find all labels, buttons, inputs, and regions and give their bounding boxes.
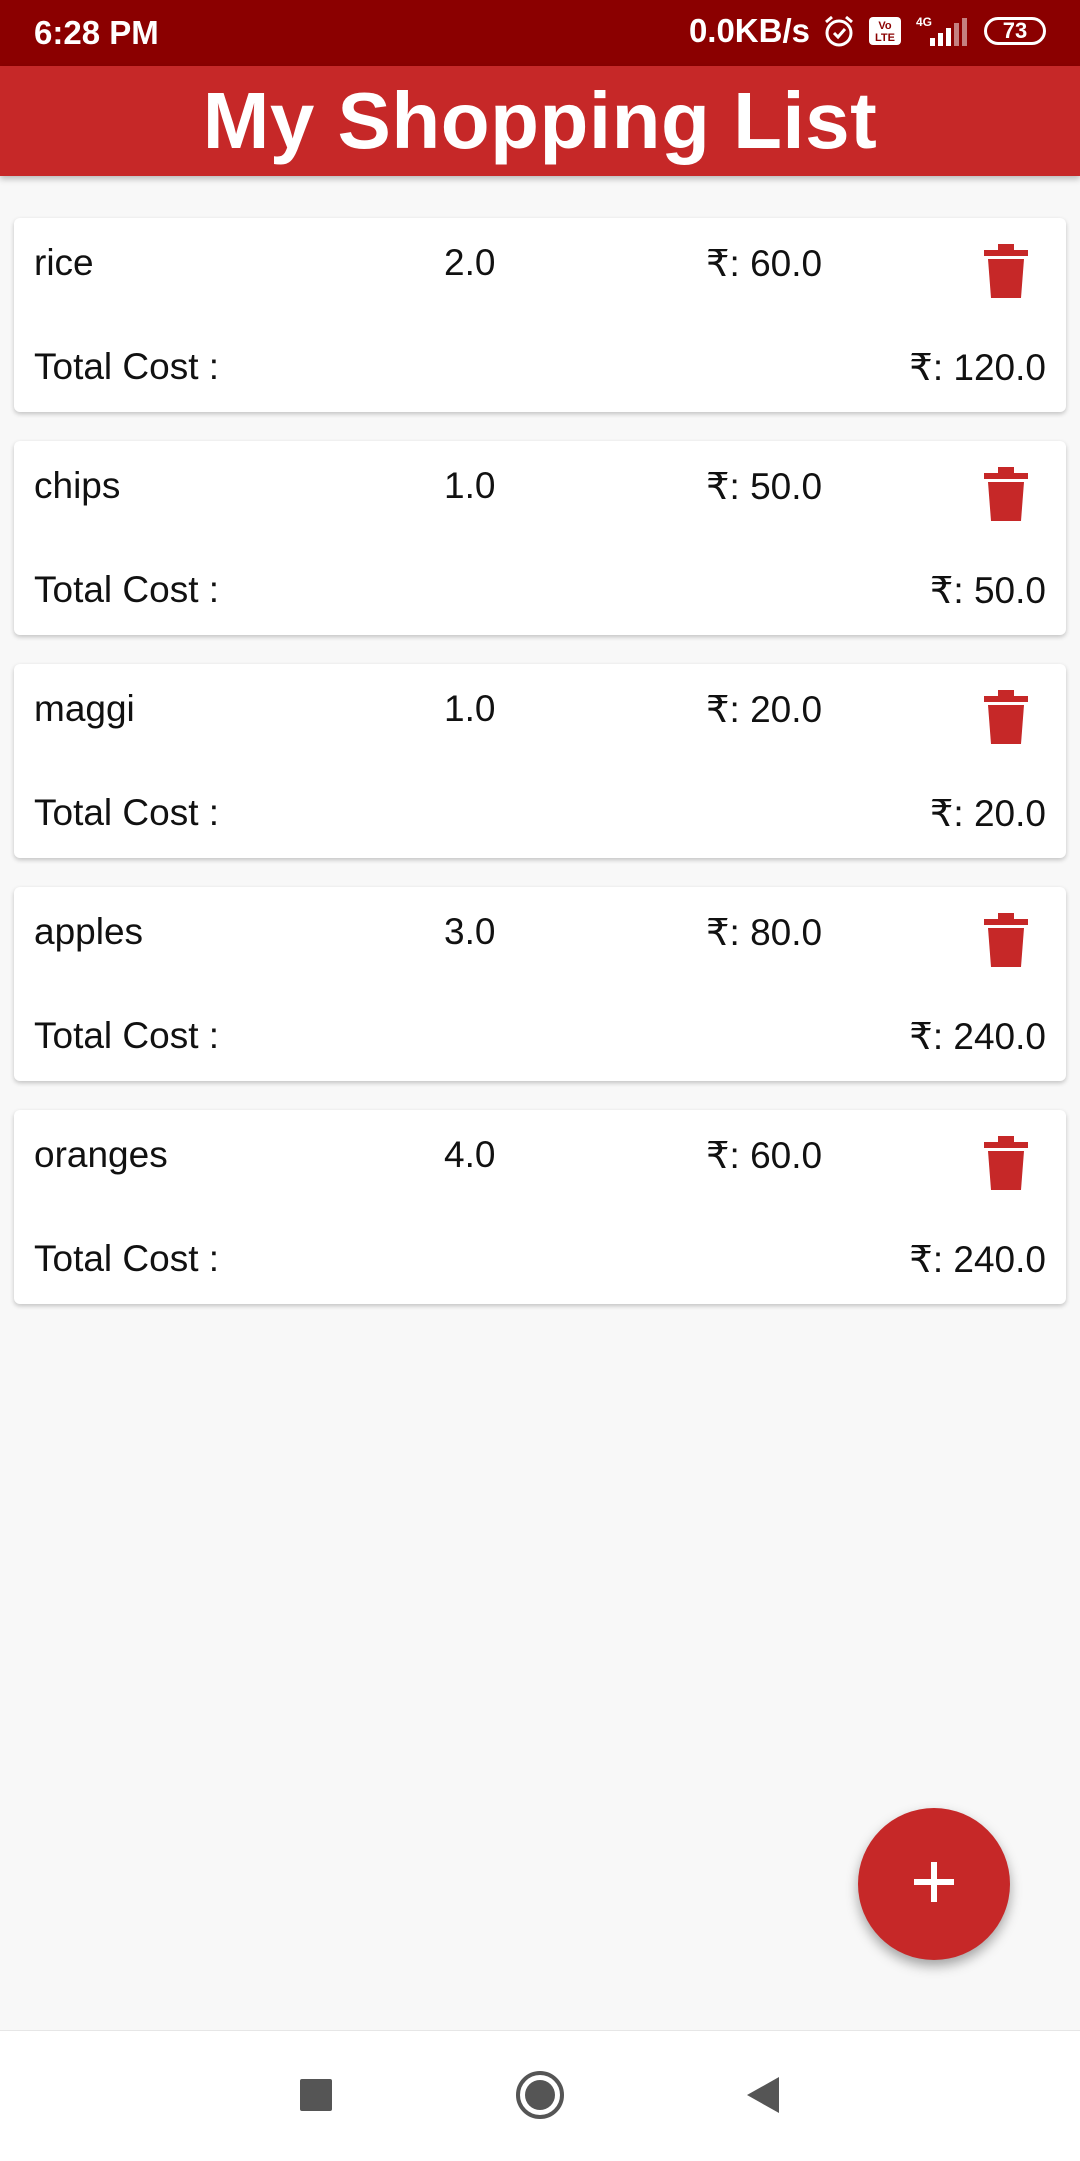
add-item-button[interactable] [858, 1808, 1010, 1960]
total-cost-label: Total Cost : [34, 792, 220, 833]
status-time: 6:28 PM [34, 14, 159, 51]
total-cost-label: Total Cost : [34, 569, 220, 610]
list-item: chips 1.0 ₹: 50.0 Total Cost : ₹: 50.0 [14, 441, 1066, 635]
item-price: ₹: 80.0 [706, 912, 823, 953]
total-cost-value: ₹: 240.0 [909, 1239, 1046, 1280]
recents-square-icon [299, 2078, 333, 2117]
item-name: chips [34, 465, 121, 506]
list-item: maggi 1.0 ₹: 20.0 Total Cost : ₹: 20.0 [14, 664, 1066, 858]
total-cost-label: Total Cost : [34, 1238, 220, 1279]
trash-icon[interactable] [982, 913, 1030, 967]
list-item: oranges 4.0 ₹: 60.0 Total Cost : ₹: 240.… [14, 1110, 1066, 1304]
svg-text:4G: 4G [916, 15, 932, 29]
system-nav-bar [0, 2030, 1080, 2161]
svg-text:Vo: Vo [878, 20, 892, 32]
trash-icon[interactable] [982, 1136, 1030, 1190]
signal-4g-icon: 4G [914, 14, 972, 48]
item-name: maggi [34, 688, 135, 729]
item-price: ₹: 20.0 [706, 689, 823, 730]
item-quantity: 4.0 [444, 1134, 496, 1175]
item-quantity: 1.0 [444, 688, 496, 729]
item-name: rice [34, 242, 94, 283]
home-button[interactable] [510, 2067, 570, 2127]
trash-icon[interactable] [982, 690, 1030, 744]
list-item: apples 3.0 ₹: 80.0 Total Cost : ₹: 240.0 [14, 887, 1066, 1081]
plus-icon [910, 1858, 958, 1911]
back-triangle-icon [743, 2075, 781, 2120]
home-circle-icon [514, 2069, 566, 2126]
battery-indicator: 73 [984, 17, 1046, 45]
app-bar: My Shopping List [0, 66, 1080, 176]
item-quantity: 2.0 [444, 242, 496, 283]
total-cost-label: Total Cost : [34, 346, 220, 387]
total-cost-value: ₹: 50.0 [929, 570, 1046, 611]
item-quantity: 3.0 [444, 911, 496, 952]
shopping-list: rice 2.0 ₹: 60.0 Total Cost : ₹: 120.0 c… [14, 218, 1066, 1333]
item-price: ₹: 60.0 [706, 1135, 823, 1176]
item-price: ₹: 50.0 [706, 466, 823, 507]
status-bar: 6:28 PM 0.0KB/s Vo LTE 4G 73 [0, 0, 1080, 66]
item-price: ₹: 60.0 [706, 243, 823, 284]
item-name: oranges [34, 1134, 168, 1175]
trash-icon[interactable] [982, 467, 1030, 521]
alarm-icon [822, 14, 856, 48]
net-speed: 0.0KB/s [688, 12, 810, 49]
status-right: 0.0KB/s Vo LTE 4G 73 [689, 12, 1046, 50]
total-cost-value: ₹: 120.0 [909, 347, 1046, 388]
list-item: rice 2.0 ₹: 60.0 Total Cost : ₹: 120.0 [14, 218, 1066, 412]
item-quantity: 1.0 [444, 465, 496, 506]
svg-text:LTE: LTE [875, 32, 895, 44]
back-button[interactable] [732, 2067, 792, 2127]
trash-icon[interactable] [982, 244, 1030, 298]
volte-icon: Vo LTE [868, 16, 902, 46]
total-cost-value: ₹: 240.0 [909, 1016, 1046, 1057]
recents-button[interactable] [286, 2067, 346, 2127]
page-title: My Shopping List [202, 76, 878, 165]
total-cost-value: ₹: 20.0 [929, 793, 1046, 834]
total-cost-label: Total Cost : [34, 1015, 220, 1056]
item-name: apples [34, 911, 144, 952]
